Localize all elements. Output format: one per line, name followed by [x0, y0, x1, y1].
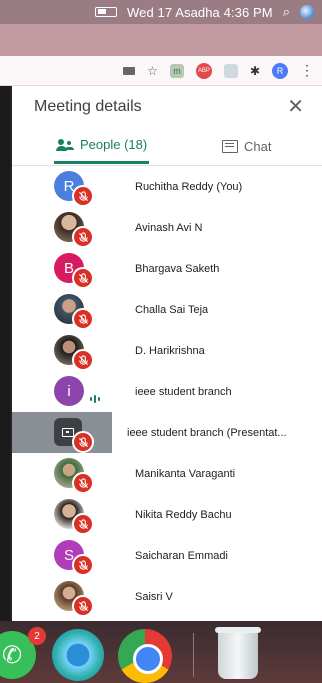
camera-indicator-icon[interactable] — [123, 66, 136, 75]
trash-icon[interactable] — [215, 627, 261, 679]
battery-icon[interactable] — [95, 7, 118, 17]
siri-icon[interactable] — [300, 5, 314, 19]
participant-row[interactable]: Challa Sai Teja — [12, 289, 322, 330]
mic-off-icon — [72, 185, 94, 207]
browser-tab-strip — [0, 24, 322, 56]
menubar: Wed 17 Asadha 4:36 PM ⌕ ≡ — [0, 0, 322, 96]
participant-row[interactable]: R Ruchitha Reddy (You) — [12, 166, 322, 207]
webex-app-icon[interactable] — [52, 629, 104, 681]
speaking-indicator-icon — [90, 395, 100, 403]
puzzle-extensions-icon[interactable]: ✱ — [250, 64, 260, 78]
participant-name: ieee student branch — [135, 385, 232, 398]
dock: ✆ 2 — [0, 621, 322, 683]
participant-row[interactable]: S Saicharan Emmadi — [12, 535, 322, 576]
participant-name: Nikita Reddy Bachu — [135, 508, 232, 521]
mic-off-icon — [72, 472, 94, 494]
mic-off-icon — [72, 554, 94, 576]
participant-name: Bhargava Saketh — [135, 262, 220, 275]
participant-name: Challa Sai Teja — [135, 303, 209, 316]
participant-name: Manikanta Varaganti — [135, 467, 236, 480]
extension-icon[interactable]: m — [169, 63, 184, 78]
participant-row[interactable]: Saisri V — [12, 576, 322, 617]
tab-chat[interactable]: Chat — [222, 128, 271, 164]
tab-people-label: People (18) — [80, 137, 148, 152]
browser-toolbar: ☆ m ABP ✱ R ⋮ — [0, 56, 322, 86]
participant-row[interactable]: i ieee student branch — [12, 371, 322, 412]
participant-name: Avinash Avi N — [135, 221, 203, 234]
participant-name: Saisri V — [135, 590, 173, 603]
panel-title: Meeting details — [34, 98, 142, 115]
panel-header: Meeting details ✕ — [34, 96, 304, 118]
close-icon[interactable]: ✕ — [287, 97, 304, 117]
mic-off-icon — [72, 267, 94, 289]
browser-menu-icon[interactable]: ⋮ — [300, 62, 314, 79]
tab-chat-label: Chat — [244, 138, 272, 154]
chat-icon — [222, 139, 238, 153]
participant-name: Saicharan Emmadi — [135, 549, 228, 562]
mic-off-icon — [72, 226, 94, 248]
search-icon[interactable]: ⌕ — [283, 4, 290, 20]
adblock-icon[interactable]: ABP — [195, 62, 212, 79]
profile-avatar[interactable]: R — [272, 62, 288, 79]
mic-off-icon — [72, 431, 94, 453]
avatar: i — [54, 376, 84, 406]
mic-off-icon — [72, 595, 94, 617]
notification-badge: 2 — [28, 627, 46, 645]
participant-list: R Ruchitha Reddy (You) Avinash Avi N B B… — [12, 166, 322, 617]
participant-row[interactable]: Avinash Avi N — [12, 207, 322, 248]
mic-off-icon — [72, 308, 94, 330]
bookmark-star-icon[interactable]: ☆ — [147, 64, 158, 78]
participant-row[interactable]: B Bhargava Saketh — [12, 248, 322, 289]
participant-row[interactable]: ieee student branch (Presentat... — [12, 412, 322, 453]
participant-row[interactable]: Manikanta Varaganti — [12, 453, 322, 494]
menubar-clock[interactable]: Wed 17 Asadha 4:36 PM — [127, 5, 273, 20]
panel-tabs: People (18) Chat — [12, 128, 322, 164]
mic-off-icon — [72, 513, 94, 535]
participant-name: D. Harikrishna — [135, 344, 205, 357]
extension-grey-icon[interactable] — [223, 63, 238, 78]
mic-off-icon — [72, 349, 94, 371]
participant-name: ieee student branch (Presentat... — [127, 426, 287, 439]
people-icon — [56, 138, 74, 151]
dock-separator — [193, 633, 194, 677]
chrome-app-icon[interactable] — [118, 629, 172, 683]
meeting-video-area — [0, 86, 10, 621]
participant-name: Ruchitha Reddy (You) — [135, 180, 243, 193]
meeting-details-panel: Meeting details ✕ People (18) Chat R Ruc… — [12, 86, 322, 621]
participant-row[interactable]: D. Harikrishna — [12, 330, 322, 371]
participant-row[interactable]: Nikita Reddy Bachu — [12, 494, 322, 535]
tab-people[interactable]: People (18) — [54, 128, 150, 164]
